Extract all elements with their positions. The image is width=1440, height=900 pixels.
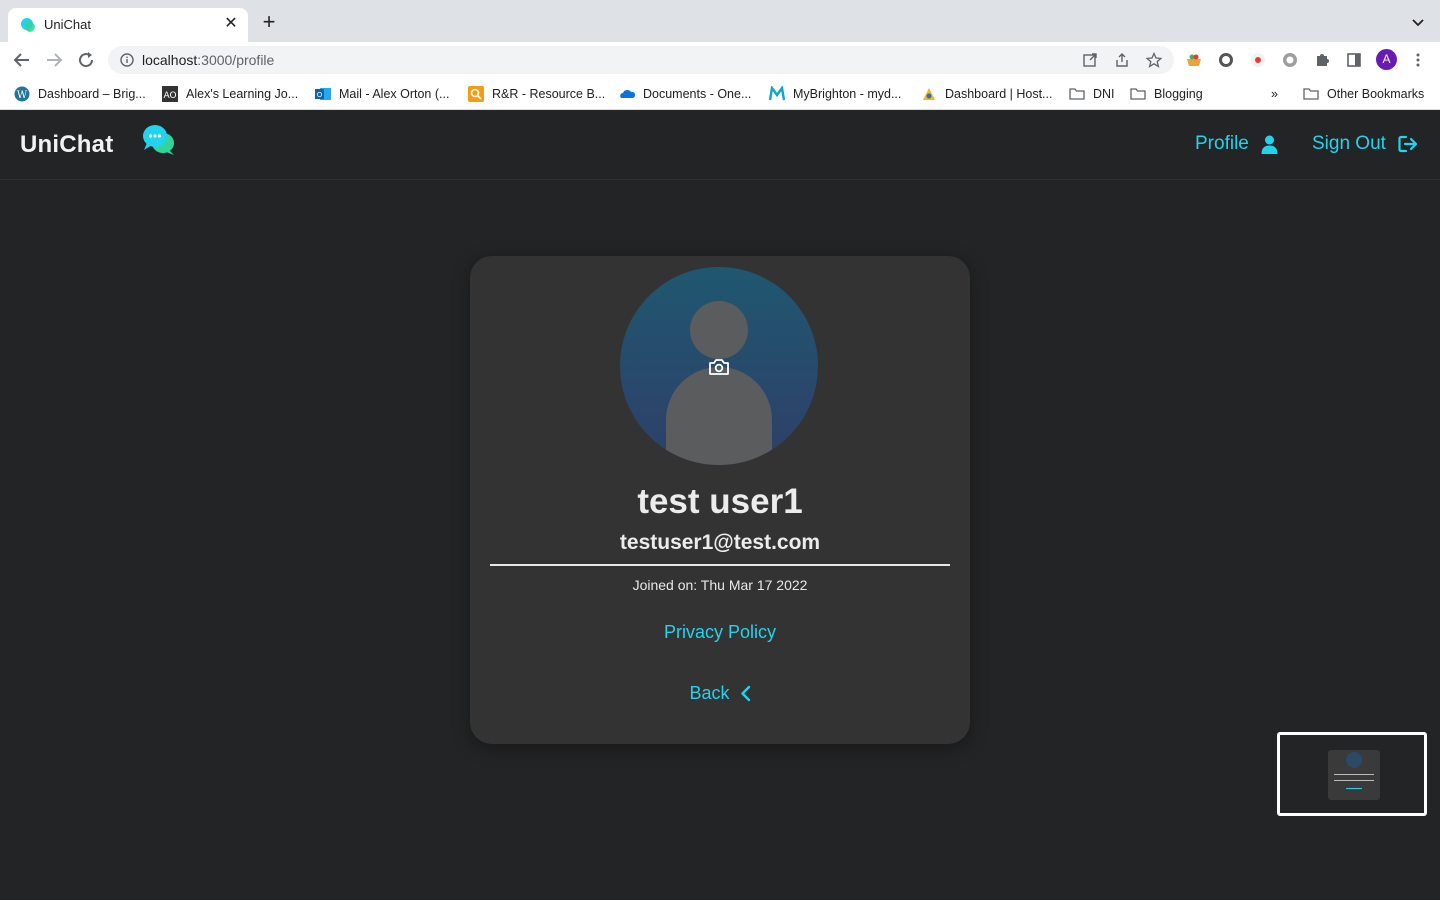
url-host: localhost (142, 52, 198, 68)
thumbnail-card (1328, 750, 1380, 800)
bookmark-folder[interactable]: DNI (1069, 85, 1115, 103)
bookmark-label: Dashboard – Brig... (38, 87, 146, 101)
bookmark-folder[interactable]: Blogging (1130, 85, 1203, 103)
extension-record-icon[interactable] (1250, 52, 1266, 68)
avatar-placeholder-head (690, 301, 748, 359)
open-in-app-icon[interactable] (1082, 52, 1098, 68)
bookmarks-bar: W Dashboard – Brig... AO Alex's Learning… (0, 78, 1440, 110)
screenshot-preview-thumbnail[interactable] (1277, 732, 1427, 816)
share-icon[interactable] (1114, 52, 1130, 68)
profile-card: test user1 testuser1@test.com Joined on:… (470, 256, 970, 744)
bookmark-item[interactable]: AO Alex's Learning Jo... (162, 85, 298, 103)
camera-icon[interactable] (708, 357, 730, 377)
bookmark-item[interactable]: W Dashboard – Brig... (14, 85, 146, 103)
browser-tabstrip: UniChat ✕ + (0, 0, 1440, 42)
forward-arrow-icon[interactable] (44, 50, 64, 70)
folder-icon (1303, 88, 1319, 100)
user-icon (1261, 135, 1278, 154)
extension-grey-circle-icon[interactable] (1282, 52, 1298, 68)
svg-text:O: O (317, 91, 323, 99)
browser-tab-active[interactable]: UniChat ✕ (8, 8, 248, 42)
close-tab-icon[interactable]: ✕ (222, 15, 240, 33)
bookmark-item[interactable]: MyBrighton - myd... (769, 85, 901, 103)
bookmark-item[interactable]: Documents - One... (619, 85, 751, 103)
bookmark-label: Documents - One... (643, 87, 752, 101)
sign-out-label: Sign Out (1312, 133, 1386, 154)
bookmark-item[interactable]: Dashboard | Host... (921, 85, 1052, 103)
privacy-policy-label: Privacy Policy (663, 622, 777, 642)
joined-date: Joined on: Thu Mar 17 2022 (632, 577, 808, 593)
avatar-placeholder-body (666, 367, 772, 465)
profile-nav-label: Profile (1195, 133, 1249, 154)
folder-icon (1130, 88, 1146, 100)
profile-email: testuser1@test.com (619, 531, 821, 554)
chat-bubbles-logo-icon (143, 125, 174, 155)
app-navbar: UniChat Profile Sign Out (0, 111, 1440, 180)
sign-out-icon (1398, 135, 1418, 153)
ao-icon: AO (162, 86, 178, 102)
info-icon[interactable] (120, 53, 134, 67)
bookmark-label: Alex's Learning Jo... (186, 87, 299, 101)
privacy-policy-link[interactable]: Privacy Policy (470, 622, 970, 643)
other-bookmarks-folder[interactable]: Other Bookmarks (1303, 85, 1424, 103)
brand-name[interactable]: UniChat (20, 131, 113, 159)
bookmark-label: R&R - Resource B... (492, 87, 606, 101)
extension-wordpress-icon[interactable] (1218, 52, 1234, 68)
new-tab-icon[interactable]: + (258, 11, 280, 34)
folder-icon (1069, 88, 1085, 100)
bookmark-item[interactable]: O Mail - Alex Orton (... (315, 85, 449, 103)
svg-text:AO: AO (163, 91, 176, 101)
browser-toolbar: localhost:3000/profile A (0, 42, 1440, 78)
bookmark-label: Dashboard | Host... (945, 87, 1053, 101)
bookmark-label: Mail - Alex Orton (... (339, 87, 450, 101)
bookmark-label: DNI (1093, 87, 1115, 101)
side-panel-icon[interactable] (1346, 52, 1362, 68)
profile-name: test user1 (637, 482, 803, 521)
profile-nav-link[interactable]: Profile (1195, 133, 1278, 155)
reload-icon[interactable] (76, 50, 96, 70)
thumbnail-line (1346, 788, 1362, 789)
app-viewport: UniChat Profile Sign Out test user1 test… (0, 111, 1440, 900)
address-bar[interactable]: localhost:3000/profile (108, 46, 1174, 74)
extensions-puzzle-icon[interactable] (1314, 52, 1330, 68)
onedrive-icon (620, 90, 635, 98)
bookmark-star-icon[interactable] (1146, 52, 1162, 68)
bookmarks-overflow-button[interactable]: » (1271, 85, 1278, 103)
more-menu-icon[interactable] (1410, 52, 1426, 68)
svg-text:W: W (17, 90, 28, 101)
host-icon (923, 88, 935, 100)
unichat-favicon-icon (21, 18, 35, 32)
m-logo-icon (769, 86, 785, 101)
wordpress-icon: W (14, 86, 30, 102)
sign-out-nav-link[interactable]: Sign Out (1312, 133, 1418, 155)
thumbnail-line (1334, 780, 1374, 781)
search-orange-icon (468, 86, 484, 102)
bookmark-item[interactable]: R&R - Resource B... (468, 85, 605, 103)
extension-basket-icon[interactable] (1186, 52, 1202, 68)
back-button[interactable]: Back (470, 683, 970, 704)
profile-avatar[interactable]: A (1376, 49, 1397, 70)
outlook-icon: O (315, 88, 331, 100)
chevron-down-icon[interactable] (1410, 14, 1426, 30)
bookmark-label: MyBrighton - myd... (793, 87, 902, 101)
profile-divider (490, 564, 950, 566)
tab-title: UniChat (44, 17, 91, 32)
overflow-chevrons-icon: » (1271, 87, 1278, 101)
thumbnail-avatar (1346, 752, 1362, 768)
back-arrow-icon[interactable] (12, 50, 32, 70)
bookmark-label: Blogging (1154, 87, 1203, 101)
chevron-left-icon (740, 685, 750, 702)
thumbnail-line (1334, 774, 1374, 775)
url-path: :3000/profile (197, 52, 275, 68)
url-text: localhost:3000/profile (142, 52, 274, 68)
back-label: Back (689, 683, 730, 703)
bookmark-label: Other Bookmarks (1327, 87, 1425, 101)
profile-avatar-upload[interactable] (620, 267, 818, 465)
